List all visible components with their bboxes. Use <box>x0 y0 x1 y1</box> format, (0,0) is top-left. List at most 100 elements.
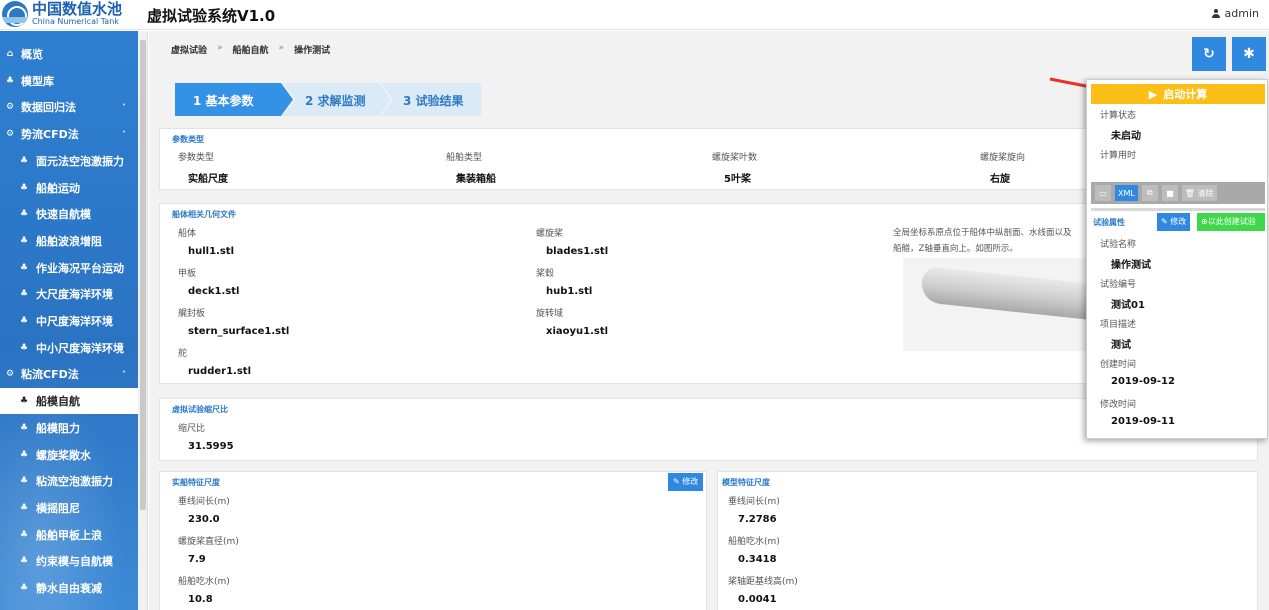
sidebar-item[interactable]: ⚙ 势流CFD法 ˄ <box>0 121 138 147</box>
edit-real-ship-button[interactable]: ✎ 修改 <box>668 473 704 491</box>
stop-button[interactable]: ■ <box>1161 185 1178 201</box>
step-2[interactable]: 2 求解监测 <box>305 92 366 109</box>
field-value: 230.0 <box>188 514 220 525</box>
field-value: 集装箱船 <box>456 174 496 185</box>
chevron-icon: ˄ <box>122 129 126 139</box>
field-label: 修改时间 <box>1100 400 1137 410</box>
breadcrumb-item[interactable]: 船舶自航 <box>233 43 269 56</box>
field-value: 测试01 <box>1111 300 1145 311</box>
sidebar-item-label: 船舶甲板上浪 <box>36 528 102 542</box>
gear-icon: ⚙ <box>5 369 15 380</box>
sidebar-item[interactable]: ♣ 面元法空泡激振力 <box>0 148 138 174</box>
sidebar-item-label: 螺旋桨敞水 <box>36 448 91 462</box>
sidebar-scrollbar-thumb[interactable] <box>140 40 146 510</box>
xml-button[interactable]: XML <box>1115 185 1138 201</box>
trash-icon: 🗑 <box>1184 188 1195 198</box>
sidebar-item[interactable]: ♣ 船模阻力 <box>0 415 138 441</box>
real-ship-card: 实船特征尺度 ✎ 修改 垂线间长(m) 230.0 螺旋桨直径(m) 7.9 船… <box>159 471 707 610</box>
monitor-button[interactable]: ▭ <box>1095 185 1111 201</box>
field-label: 垂线间长(m) <box>178 497 230 507</box>
sidebar-item[interactable]: ♣ 静水自由衰减 <box>0 575 138 601</box>
sidebar-item[interactable]: ♣ 中尺度海洋环境 <box>0 308 138 334</box>
sidebar-item[interactable]: ♣ 船舶波浪增阻 <box>0 228 138 254</box>
clear-button[interactable]: 🗑 清除 <box>1181 185 1217 201</box>
sidebar-item-label: 作业海况平台运动 <box>36 261 124 275</box>
copy-button[interactable]: ⧉ <box>1141 185 1158 201</box>
field-value: 操作测试 <box>1111 260 1151 271</box>
card-title: 实船特征尺度 <box>172 478 220 487</box>
field-label: 螺旋桨旋向 <box>980 153 1026 163</box>
user-menu[interactable]: admin <box>1211 7 1259 20</box>
ship-icon: ♣ <box>19 502 29 513</box>
step-3[interactable]: 3 试验结果 <box>403 92 464 109</box>
home-icon: ⌂ <box>6 49 14 59</box>
field-value: 2019-09-12 <box>1111 376 1175 387</box>
ship-icon: ♣ <box>19 262 29 273</box>
sidebar-item[interactable]: ♣ 船舶运动 <box>0 175 138 201</box>
create-from-this-button[interactable]: ⊕以此创建试验 <box>1197 213 1265 231</box>
model-ship-card: 模型特征尺度 垂线间长(m) 7.2786 船舶吃水(m) 0.3418 桨轴距… <box>717 471 1258 610</box>
sidebar-item-label: 船模阻力 <box>36 421 80 435</box>
coordinate-note: 船艏，Z轴垂直向上。如图所示。 <box>893 244 1018 254</box>
gear-icon: ⚙ <box>5 102 15 113</box>
file-name: rudder1.stl <box>188 366 251 377</box>
sidebar-item[interactable]: ♣ 船舶甲板上浪 <box>0 522 138 548</box>
sidebar-item-label: 横摇阻尼 <box>36 501 80 515</box>
field-label: 创建时间 <box>1100 360 1137 370</box>
field-label: 螺旋桨 <box>536 229 564 239</box>
logo-icon <box>2 1 28 27</box>
file-name: stern_surface1.stl <box>188 326 290 337</box>
refresh-button[interactable]: ↻ <box>1192 37 1226 71</box>
breadcrumb-item[interactable]: 虚拟试验 <box>171 43 207 56</box>
ship-icon: ♣ <box>19 342 29 353</box>
gear-icon: ✱ <box>1243 46 1255 62</box>
step-1[interactable]: 1 基本参数 <box>193 92 254 109</box>
field-label: 试验名称 <box>1100 240 1137 250</box>
sidebar: ⌂ 概览 ♣ 模型库 ⚙ 数据回归法 ˅ ⚙ 势流CFD法 ˄ ♣ 面元法空泡激振力 ♣ 船舶运动 ♣ 快速自… <box>0 31 138 610</box>
field-label: 舵 <box>178 349 188 359</box>
field-label: 船体 <box>178 229 197 239</box>
settings-button[interactable]: ✱ <box>1232 37 1266 71</box>
logo[interactable]: 中国数值水池 China Numerical Tank <box>2 1 122 27</box>
sidebar-item-label: 模型库 <box>21 74 54 88</box>
sidebar-item[interactable]: ♣ 船模自航 <box>0 388 138 415</box>
sidebar-item-label: 中小尺度海洋环境 <box>36 341 124 355</box>
attr-title: 试验属性 <box>1093 218 1125 227</box>
sidebar-item-label: 粘流空泡激振力 <box>36 475 113 489</box>
field-value: 5叶桨 <box>724 174 751 185</box>
chevron-icon: ˄ <box>122 369 126 379</box>
sidebar-item[interactable]: ♣ 大尺度海洋环境 <box>0 281 138 307</box>
sidebar-item[interactable]: ♣ 约束模与自航模 <box>0 548 138 574</box>
sidebar-item[interactable]: ♣ 快速自航模 <box>0 201 138 227</box>
card-title: 船体相关几何文件 <box>172 210 236 219</box>
scale-value: 31.5995 <box>188 441 234 452</box>
field-value: 10.8 <box>188 594 213 605</box>
sidebar-item-label: 船舶运动 <box>36 181 80 195</box>
ship-icon: ♣ <box>19 209 29 220</box>
sidebar-item[interactable]: ♣ 粘流空泡激振力 <box>0 468 138 494</box>
field-value: 7.2786 <box>738 514 777 525</box>
field-value: 0.0041 <box>738 594 777 605</box>
file-name: hull1.stl <box>188 246 235 257</box>
sidebar-item-label: 势流CFD法 <box>21 128 79 142</box>
field-value: 测试 <box>1111 340 1131 351</box>
field-label: 螺旋桨直径(m) <box>178 537 239 547</box>
sidebar-item[interactable]: ⚙ 粘流CFD法 ˄ <box>0 361 138 387</box>
sidebar-item[interactable]: ⌂ 概览 <box>0 41 138 67</box>
edit-attr-button[interactable]: ✎ 修改 <box>1157 213 1191 231</box>
file-name: xiaoyu1.stl <box>546 326 609 337</box>
sidebar-item[interactable]: ♣ 中小尺度海洋环境 <box>0 335 138 361</box>
sidebar-item-label: 数据回归法 <box>21 101 76 115</box>
copy-icon: ⊕ <box>1201 217 1208 226</box>
sidebar-item[interactable]: ⚙ 数据回归法 ˅ <box>0 94 138 120</box>
start-compute-button[interactable]: ▶ 启动计算 <box>1091 84 1265 104</box>
sidebar-item[interactable]: ♣ 作业海况平台运动 <box>0 255 138 281</box>
ship-icon: ♣ <box>19 316 29 326</box>
sidebar-item[interactable]: ♣ 螺旋桨敞水 <box>0 442 138 468</box>
field-label: 桨轴距基线高(m) <box>728 577 798 587</box>
sidebar-item[interactable]: ♣ 横摇阻尼 <box>0 495 138 521</box>
username: admin <box>1224 7 1259 20</box>
monitor-icon: ▭ <box>1099 188 1107 198</box>
ship-icon: ♣ <box>19 235 29 246</box>
sidebar-item[interactable]: ♣ 模型库 <box>0 68 138 94</box>
